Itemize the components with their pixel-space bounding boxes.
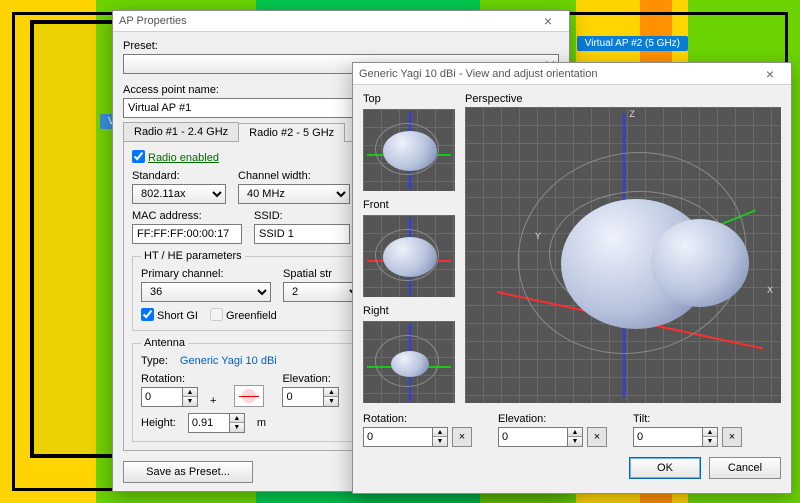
chevron-down-icon[interactable]: ▼ [230, 423, 244, 432]
elevation-spinner[interactable]: ▲▼ [282, 387, 339, 407]
chevron-down-icon[interactable]: ▼ [183, 397, 197, 406]
perspective-label: Perspective [465, 93, 781, 105]
front-view-label: Front [363, 199, 455, 211]
height-spinner[interactable]: ▲▼ [188, 413, 245, 433]
orientation-titlebar[interactable]: Generic Yagi 10 dBi - View and adjust or… [353, 63, 791, 85]
ok-button[interactable]: OK [629, 457, 701, 479]
spatial-streams-label: Spatial str [283, 268, 363, 280]
right-view-pane[interactable] [363, 321, 455, 403]
antenna-type-link[interactable]: Generic Yagi 10 dBi [180, 355, 277, 367]
preset-label: Preset: [123, 40, 559, 52]
standard-select[interactable]: 802.11ax [132, 184, 226, 204]
axis-x-label: X [767, 285, 773, 295]
plus-icon: + [210, 395, 216, 407]
primary-channel-label: Primary channel: [141, 268, 271, 280]
antenna-pattern-icon[interactable] [234, 385, 264, 407]
chevron-up-icon[interactable]: ▲ [230, 414, 244, 423]
orient-rotation-spinner[interactable]: ▲▼ [363, 427, 448, 447]
primary-channel-select[interactable]: 36 [141, 282, 271, 302]
height-unit: m [257, 417, 266, 429]
rotation-label: Rotation: [141, 373, 198, 385]
channel-width-label: Channel width: [238, 170, 350, 182]
antenna-legend: Antenna [141, 337, 188, 349]
cancel-button[interactable]: Cancel [709, 457, 781, 479]
chevron-down-icon[interactable]: ▼ [433, 437, 447, 446]
channel-width-select[interactable]: 40 MHz [238, 184, 350, 204]
right-view-label: Right [363, 305, 455, 317]
axis-z-label: Z [629, 109, 635, 119]
elevation-label: Elevation: [282, 373, 339, 385]
chevron-up-icon[interactable]: ▲ [433, 428, 447, 437]
orientation-title: Generic Yagi 10 dBi - View and adjust or… [359, 68, 755, 80]
orient-tilt-spinner[interactable]: ▲▼ [633, 427, 718, 447]
antenna-type-label: Type: [141, 355, 168, 367]
close-icon[interactable]: × [755, 67, 785, 81]
top-view-label: Top [363, 93, 455, 105]
chevron-down-icon[interactable]: ▼ [568, 437, 582, 446]
orientation-dialog: Generic Yagi 10 dBi - View and adjust or… [352, 62, 792, 494]
clear-rotation-icon[interactable]: × [452, 427, 472, 447]
height-label: Height: [141, 417, 176, 429]
chevron-up-icon[interactable]: ▲ [183, 388, 197, 397]
chevron-up-icon[interactable]: ▲ [324, 388, 338, 397]
standard-label: Standard: [132, 170, 226, 182]
axis-y-label: Y [535, 231, 541, 241]
chevron-up-icon[interactable]: ▲ [703, 428, 717, 437]
mac-input[interactable] [132, 224, 242, 244]
orient-elevation-spinner[interactable]: ▲▼ [498, 427, 583, 447]
orient-elevation-label: Elevation: [498, 413, 607, 425]
chevron-down-icon[interactable]: ▼ [703, 437, 717, 446]
radio-enabled-checkbox[interactable]: Radio enabled [132, 150, 219, 164]
orient-rotation-label: Rotation: [363, 413, 472, 425]
perspective-pane[interactable]: Z X Y [465, 107, 781, 403]
save-as-preset-button[interactable]: Save as Preset... [123, 461, 253, 483]
clear-tilt-icon[interactable]: × [722, 427, 742, 447]
short-gi-checkbox[interactable]: Short GI [141, 308, 198, 322]
rotation-spinner[interactable]: ▲▼ [141, 387, 198, 407]
greenfield-checkbox: Greenfield [210, 308, 277, 322]
ssid-input[interactable] [254, 224, 350, 244]
ap-properties-titlebar[interactable]: AP Properties × [113, 11, 569, 32]
mac-label: MAC address: [132, 210, 242, 222]
spatial-streams-select[interactable]: 2 [283, 282, 363, 302]
chevron-up-icon[interactable]: ▲ [568, 428, 582, 437]
ht-he-legend: HT / HE parameters [141, 250, 245, 262]
front-view-pane[interactable] [363, 215, 455, 297]
top-view-pane[interactable] [363, 109, 455, 191]
orient-tilt-label: Tilt: [633, 413, 742, 425]
ssid-label: SSID: [254, 210, 350, 222]
tab-radio2[interactable]: Radio #2 - 5 GHz [238, 123, 345, 142]
ap-properties-title: AP Properties [119, 15, 533, 27]
ap-marker-right[interactable]: Virtual AP #2 (5 GHz) [577, 36, 688, 51]
close-icon[interactable]: × [533, 14, 563, 28]
clear-elevation-icon[interactable]: × [587, 427, 607, 447]
chevron-down-icon[interactable]: ▼ [324, 397, 338, 406]
tab-radio1[interactable]: Radio #1 - 2.4 GHz [123, 122, 239, 141]
